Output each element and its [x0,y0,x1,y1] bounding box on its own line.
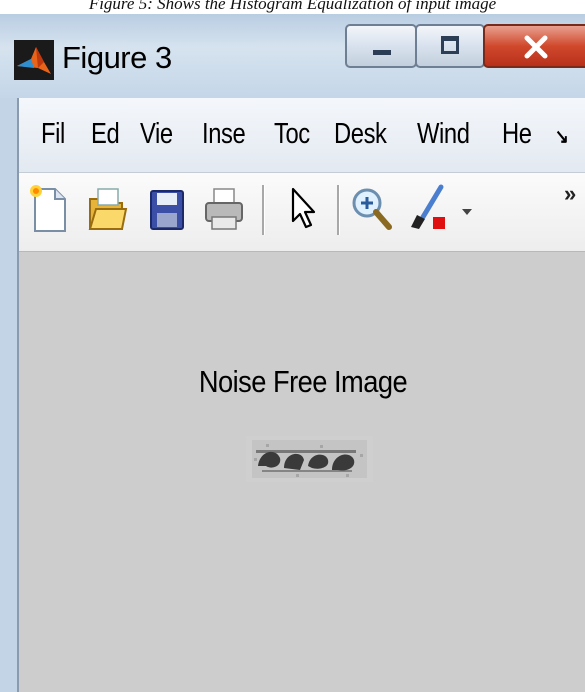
window-title: Figure 3 [62,40,172,75]
brush-icon[interactable] [407,183,451,235]
maximize-icon [441,36,459,54]
zoom-in-icon[interactable] [349,183,393,235]
save-disk-icon[interactable] [145,183,189,235]
close-button[interactable] [483,24,585,68]
menu-bar: Fil Ed Vie Inse Toc Desk Wind He ↘ [19,98,585,173]
menu-view[interactable]: Vie [140,118,173,151]
matlab-icon [14,40,54,80]
minimize-icon [373,50,391,55]
menu-insert[interactable]: Inse [202,118,246,151]
title-bar[interactable]: Figure 3 [0,14,585,98]
menu-tools[interactable]: Toc [274,118,310,151]
chevron-down-icon[interactable] [459,183,475,235]
figure-caption: Figure 5: Shows the Histogram Equalizati… [88,0,497,13]
menu-edit[interactable]: Ed [91,118,120,151]
menu-overflow-icon[interactable]: ↘ [555,124,569,149]
open-folder-icon[interactable] [84,183,128,235]
menu-desktop[interactable]: Desk [334,118,387,151]
tool-bar: » [19,173,585,252]
menu-window[interactable]: Wind [417,118,470,151]
menu-file[interactable]: Fil [41,118,65,151]
noise-free-image [246,436,373,482]
minimize-button[interactable] [345,24,417,68]
new-file-icon[interactable] [27,183,71,235]
toolbar-separator [337,185,340,235]
figure-client-area: Fil Ed Vie Inse Toc Desk Wind He ↘ » Noi… [17,98,585,692]
print-icon[interactable] [202,183,246,235]
toolbar-separator [262,185,265,235]
toolbar-overflow-icon[interactable]: » [564,181,576,207]
maximize-button[interactable] [415,24,485,68]
close-icon [524,35,548,59]
pointer-arrow-icon[interactable] [281,183,325,235]
figure-window: Figure 3 Fil Ed Vie Inse Toc Desk Wind H… [0,14,585,692]
figure-canvas: Noise Free Image [19,252,585,692]
menu-help[interactable]: He [502,118,532,151]
plot-title: Noise Free Image [198,364,408,399]
